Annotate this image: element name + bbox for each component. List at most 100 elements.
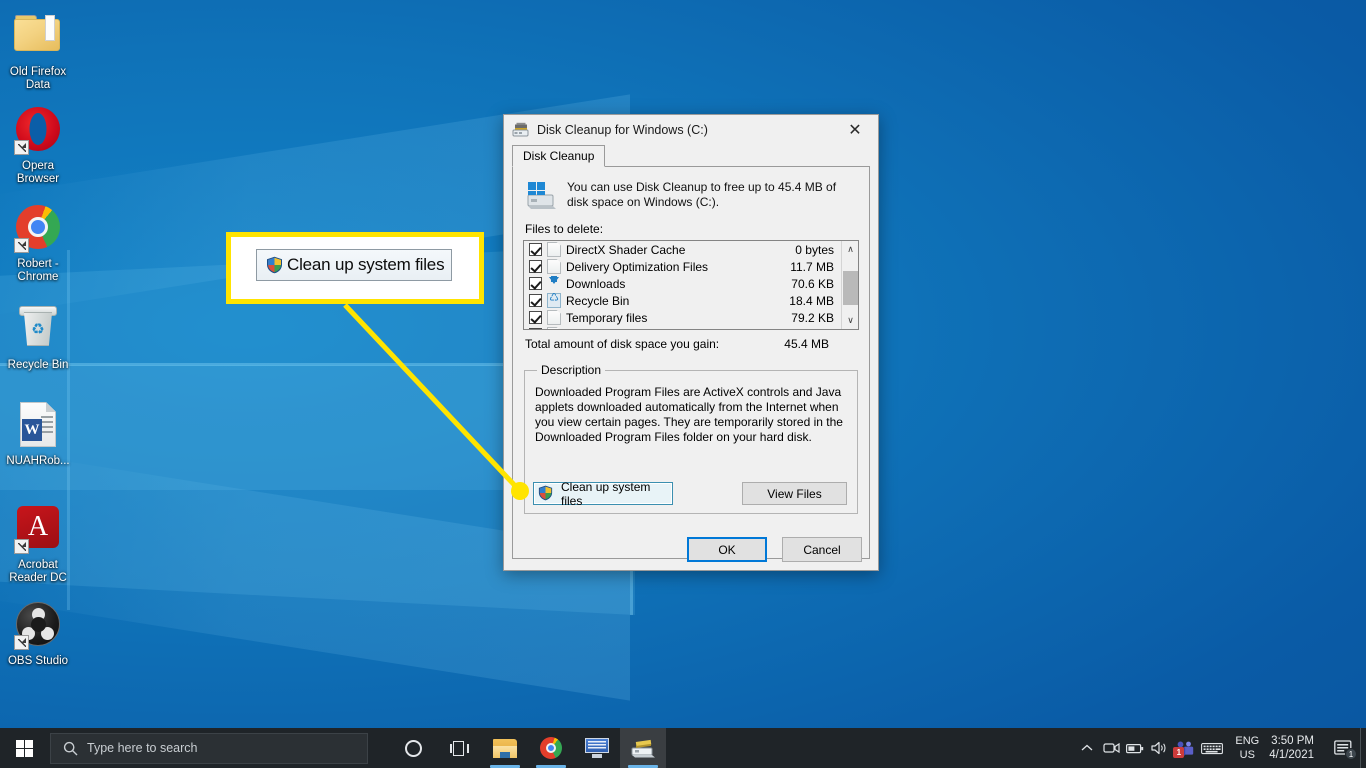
callout-cleanup-system-files-button[interactable]: Clean up system files	[256, 249, 452, 281]
chevron-up-icon[interactable]	[1075, 728, 1099, 768]
start-button[interactable]	[0, 728, 48, 768]
uac-shield-icon	[538, 485, 555, 503]
desktop-icon-label: Recycle Bin	[7, 359, 69, 371]
scroll-down-icon[interactable]: ∨	[842, 312, 858, 329]
file-explorer-icon	[493, 738, 517, 758]
volume-icon[interactable]	[1147, 728, 1171, 768]
file-list-row[interactable]: Delivery Optimization Files 11.7 MB	[524, 258, 840, 275]
shortcut-arrow-icon	[14, 238, 29, 253]
document-icon	[547, 327, 561, 329]
teams-badge: 1	[1173, 747, 1185, 758]
desktop-icon-old-firefox-data[interactable]: Old Firefox Data	[0, 8, 76, 92]
shortcut-arrow-icon	[14, 140, 29, 155]
file-checkbox[interactable]	[529, 260, 542, 273]
scroll-up-icon[interactable]: ∧	[842, 241, 858, 258]
desktop-icon-acrobat-reader-dc[interactable]: Acrobat Reader DC	[0, 503, 76, 585]
desktop-icon-nuahrob-document[interactable]: W NUAHRob...	[0, 400, 76, 468]
disk-cleanup-dialog[interactable]: Disk Cleanup for Windows (C:) ✕ Disk Cle…	[503, 114, 879, 571]
recycle-bin-icon	[547, 291, 561, 308]
desktop-icon-label: OBS Studio	[7, 655, 69, 667]
file-list-row[interactable]: Recycle Bin 18.4 MB	[524, 291, 840, 309]
monitor-icon	[585, 738, 609, 758]
file-list-row[interactable]: Temporary files 79.2 KB	[524, 309, 840, 326]
cancel-button[interactable]: Cancel	[782, 537, 862, 562]
dialog-tab-strip: Disk Cleanup	[512, 145, 870, 167]
callout-highlight-box: Clean up system files	[226, 232, 484, 304]
search-input[interactable]: Type here to search	[50, 732, 368, 764]
keyboard-icon[interactable]	[1197, 728, 1227, 768]
desktop-icon-opera-browser[interactable]: Opera Browser	[0, 105, 76, 186]
taskbar-item-file-explorer[interactable]	[482, 728, 528, 768]
uac-shield-icon	[266, 256, 283, 274]
file-name: Delivery Optimization Files	[566, 259, 709, 274]
file-checkbox[interactable]	[529, 311, 542, 324]
description-text: Downloaded Program Files are ActiveX con…	[535, 385, 843, 444]
recycle-bin-icon: ♻	[14, 306, 62, 354]
drive-icon	[525, 180, 557, 210]
dialog-intro: You can use Disk Cleanup to free up to 4…	[525, 180, 859, 210]
document-icon	[547, 259, 561, 274]
ok-label: OK	[718, 542, 736, 557]
ok-button[interactable]: OK	[687, 537, 767, 562]
file-list-row[interactable]: Downloads 70.6 KB	[524, 275, 840, 292]
tab-disk-cleanup[interactable]: Disk Cleanup	[512, 145, 606, 167]
taskbar-item-task-view[interactable]	[436, 728, 482, 768]
search-icon	[63, 741, 78, 756]
files-to-delete-list[interactable]: DirectX Shader Cache 0 bytes Delivery Opti…	[523, 240, 859, 330]
dialog-title-bar[interactable]: Disk Cleanup for Windows (C:) ✕	[504, 115, 878, 145]
clock-date: 4/1/2021	[1269, 749, 1314, 761]
total-label: Total amount of disk space you gain:	[525, 337, 720, 351]
desktop-icon-label: NUAHRob...	[6, 455, 70, 467]
file-size: 70.6 KB	[791, 276, 834, 291]
desktop-icon-recycle-bin[interactable]: ♻ Recycle Bin	[0, 303, 76, 372]
desktop-icon-label: Robert - Chrome	[17, 258, 59, 283]
language-line-2: US	[1239, 749, 1255, 761]
file-name: Recycle Bin	[566, 293, 630, 308]
file-list-row-partial[interactable]	[524, 326, 840, 329]
show-desktop-button[interactable]	[1360, 728, 1366, 768]
file-size: 18.4 MB	[789, 293, 834, 308]
disk-cleanup-icon	[512, 122, 530, 138]
download-arrow-icon	[547, 276, 561, 291]
search-placeholder: Type here to search	[87, 741, 198, 755]
view-files-button[interactable]: View Files	[742, 482, 847, 505]
scrollbar-thumb[interactable]	[843, 271, 858, 305]
desktop-icon-label: Old Firefox Data	[9, 66, 67, 91]
file-checkbox[interactable]	[529, 243, 542, 256]
shortcut-arrow-icon	[14, 539, 29, 554]
desktop-icon-label: Opera Browser	[16, 160, 60, 185]
language-line-1: ENG	[1235, 735, 1260, 747]
desktop-icon-robert-chrome[interactable]: Robert - Chrome	[0, 203, 76, 284]
taskbar: Type here to search 1 ENG US 3:50 PM 4/1…	[0, 728, 1366, 768]
desktop-icon-obs-studio[interactable]: OBS Studio	[0, 600, 76, 668]
acrobat-icon	[14, 506, 62, 554]
file-name: Downloads	[566, 276, 626, 291]
file-list-row[interactable]: DirectX Shader Cache 0 bytes	[524, 241, 840, 258]
cortana-circle-icon	[404, 739, 422, 757]
close-icon[interactable]: ✕	[832, 115, 878, 145]
taskbar-item-disk-cleanup[interactable]	[620, 728, 666, 768]
file-checkbox[interactable]	[529, 294, 542, 307]
screen-record-icon[interactable]	[1099, 728, 1123, 768]
file-list-scrollbar[interactable]: ∧ ∨	[841, 241, 858, 329]
windows-logo-icon	[15, 739, 33, 757]
shortcut-arrow-icon	[14, 635, 29, 650]
taskbar-item-remote-desktop[interactable]	[574, 728, 620, 768]
file-checkbox[interactable]	[529, 328, 542, 329]
language-indicator[interactable]: ENG US	[1227, 734, 1269, 762]
file-size: 0 bytes	[795, 242, 834, 257]
word-document-icon: W	[14, 402, 62, 450]
taskbar-item-cortana[interactable]	[390, 728, 436, 768]
dialog-tab-panel: You can use Disk Cleanup to free up to 4…	[512, 167, 870, 559]
cleanup-system-files-button[interactable]: Clean up system files	[533, 479, 673, 508]
battery-icon[interactable]	[1123, 728, 1147, 768]
folder-icon	[14, 13, 62, 61]
action-center-icon[interactable]: 1	[1326, 728, 1360, 768]
file-checkbox[interactable]	[529, 277, 542, 290]
cleanup-system-files-label: Clean up system files	[561, 479, 651, 508]
microsoft-teams-icon[interactable]: T 1	[1171, 728, 1197, 768]
file-list-items: DirectX Shader Cache 0 bytes Delivery Opti…	[524, 241, 840, 329]
total-value: 45.4 MB	[784, 337, 829, 351]
clock[interactable]: 3:50 PM 4/1/2021	[1269, 734, 1326, 762]
taskbar-item-chrome[interactable]	[528, 728, 574, 768]
